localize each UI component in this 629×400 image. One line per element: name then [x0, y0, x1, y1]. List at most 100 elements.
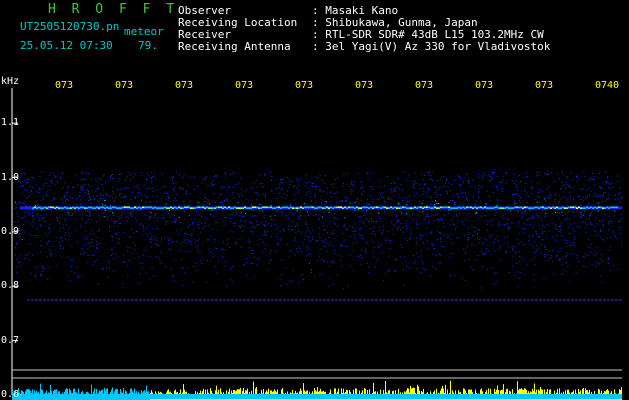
- speckle: [538, 192, 540, 194]
- speckle: [103, 216, 105, 218]
- carrier-segment: [568, 206, 570, 208]
- speckle: [149, 201, 151, 203]
- speckle: [366, 173, 368, 175]
- speckle: [328, 244, 330, 246]
- speckle: [77, 276, 79, 277]
- speckle: [219, 194, 221, 196]
- speckle: [152, 239, 154, 241]
- speckle: [224, 265, 226, 267]
- speckle: [154, 176, 156, 178]
- speckle: [271, 219, 273, 221]
- speckle: [211, 228, 213, 230]
- speckle: [290, 204, 291, 206]
- speckle: [466, 197, 468, 199]
- speckle: [367, 172, 369, 174]
- speckle: [486, 220, 488, 222]
- speckle: [146, 172, 148, 174]
- speckle: [472, 243, 474, 245]
- speckle: [289, 280, 291, 282]
- speckle: [580, 215, 582, 217]
- speckle: [124, 210, 126, 212]
- speckle: [567, 252, 569, 254]
- speckle: [214, 202, 216, 203]
- speckle: [562, 215, 564, 216]
- speckle: [456, 214, 458, 216]
- speckle: [98, 177, 100, 179]
- speckle: [215, 209, 217, 211]
- speckle: [403, 171, 405, 173]
- speckle: [313, 275, 315, 277]
- speckle: [194, 176, 195, 178]
- speckle: [612, 186, 614, 188]
- speckle: [151, 177, 153, 179]
- speckle: [270, 205, 272, 206]
- speckle: [231, 213, 233, 215]
- speckle: [446, 179, 448, 181]
- speckle: [274, 219, 276, 221]
- speckle: [215, 271, 217, 273]
- speckle: [191, 223, 193, 225]
- speckle: [270, 172, 271, 174]
- speckle: [191, 244, 193, 246]
- speckle: [67, 257, 69, 258]
- speckle: [113, 270, 115, 272]
- speckle: [594, 255, 596, 257]
- speckle: [161, 239, 162, 241]
- speckle: [454, 202, 455, 203]
- speckle: [394, 225, 396, 227]
- speckle: [517, 193, 519, 195]
- speckle: [366, 202, 368, 204]
- speckle: [468, 183, 470, 185]
- speckle: [259, 239, 261, 241]
- speckle: [279, 239, 281, 241]
- speckle: [77, 184, 79, 186]
- speckle: [34, 267, 36, 269]
- carrier-segment: [294, 207, 296, 209]
- y-tick-label: 0.9: [1, 225, 20, 237]
- speckle: [279, 231, 281, 233]
- speckle: [393, 189, 395, 191]
- speckle: [323, 191, 325, 193]
- speckle: [440, 238, 441, 240]
- speckle: [183, 201, 185, 203]
- speckle: [421, 202, 423, 204]
- speckle: [255, 215, 257, 217]
- speckle: [329, 278, 331, 280]
- speckle: [185, 232, 187, 234]
- speckle: [20, 182, 21, 184]
- speckle: [317, 260, 319, 262]
- speckle: [174, 191, 175, 193]
- speckle: [321, 203, 323, 205]
- speckle: [422, 188, 424, 190]
- speckle: [16, 203, 18, 205]
- speckle: [139, 224, 141, 226]
- speckle: [163, 217, 165, 218]
- speckle: [92, 264, 94, 266]
- carrier-segment: [452, 207, 454, 209]
- speckle: [111, 249, 113, 251]
- speckle: [530, 181, 532, 183]
- speckle: [36, 210, 38, 212]
- speckle: [367, 272, 369, 273]
- speckle: [426, 239, 428, 241]
- speckle: [116, 189, 118, 191]
- speckle: [518, 233, 520, 235]
- speckle: [211, 184, 213, 186]
- speckle: [91, 179, 93, 180]
- speckle: [524, 228, 526, 230]
- speckle: [406, 240, 408, 242]
- speckle: [556, 211, 558, 213]
- speckle: [238, 225, 240, 227]
- speckle: [122, 261, 124, 263]
- speckle: [506, 219, 508, 221]
- speckle: [281, 196, 283, 198]
- x-tick-label: 073: [235, 80, 254, 91]
- speckle: [494, 214, 496, 216]
- speckle: [63, 227, 65, 229]
- speckle: [595, 217, 597, 219]
- speckle: [363, 222, 364, 224]
- speckle: [126, 246, 128, 248]
- carrier-segment: [400, 207, 402, 209]
- speckle: [201, 216, 202, 218]
- speckle: [155, 226, 157, 228]
